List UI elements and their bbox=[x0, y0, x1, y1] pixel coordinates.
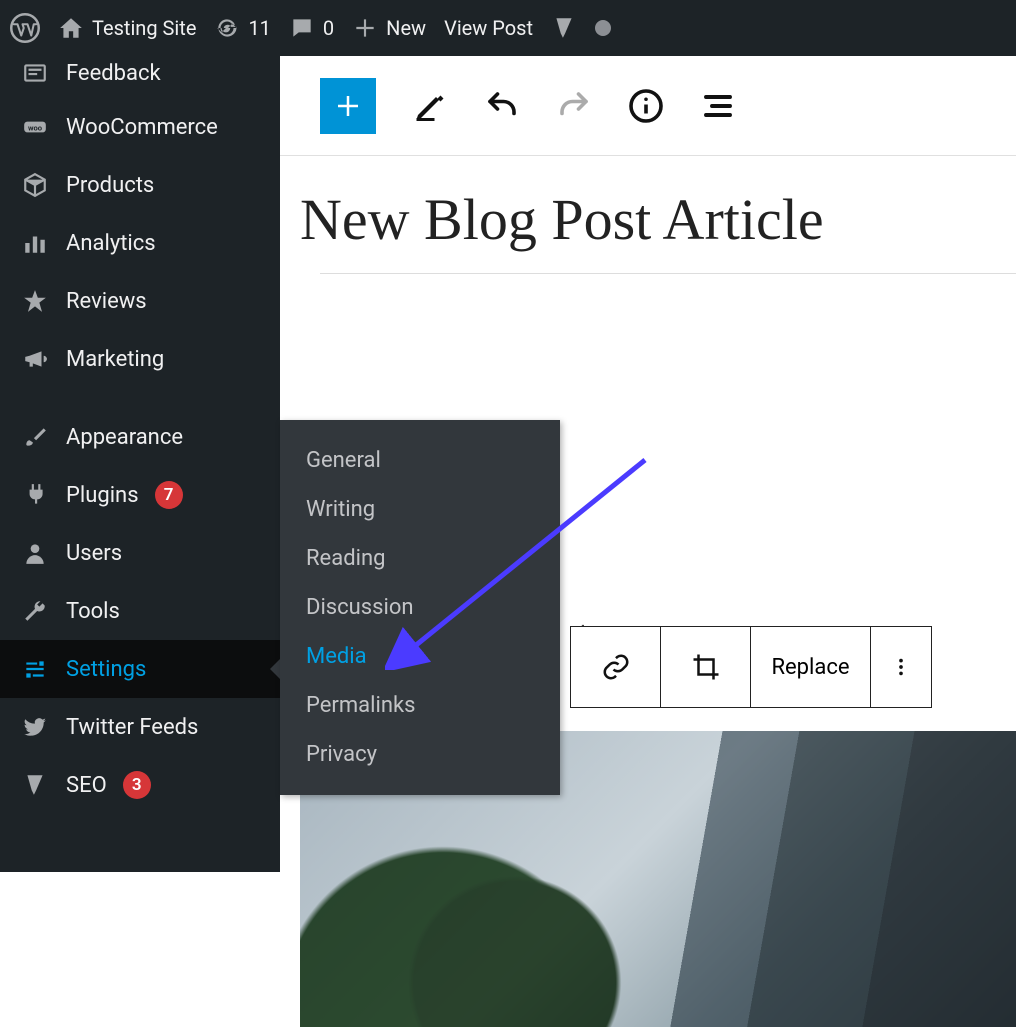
yoast-seo-icon bbox=[20, 770, 50, 800]
updates-indicator[interactable]: 11 bbox=[214, 15, 270, 41]
site-name-label: Testing Site bbox=[92, 16, 196, 40]
flyout-item-label: General bbox=[306, 448, 381, 473]
flyout-item-reading[interactable]: Reading bbox=[280, 534, 560, 583]
view-post-label: View Post bbox=[444, 16, 533, 40]
title-divider bbox=[320, 273, 1016, 274]
editor-toolbar bbox=[280, 56, 1016, 156]
comments-indicator[interactable]: 0 bbox=[289, 15, 334, 41]
more-options-button[interactable] bbox=[871, 627, 931, 707]
comments-count: 0 bbox=[323, 16, 334, 40]
new-content[interactable]: New bbox=[352, 15, 426, 41]
sliders-icon bbox=[20, 654, 50, 684]
flyout-item-discussion[interactable]: Discussion bbox=[280, 583, 560, 632]
admin-bar: Testing Site 11 0 New View Post bbox=[0, 0, 1016, 56]
products-icon bbox=[20, 170, 50, 200]
sidebar-item-label: Settings bbox=[66, 657, 146, 682]
flyout-item-label: Reading bbox=[306, 546, 385, 571]
sidebar-item-label: SEO bbox=[66, 773, 107, 798]
user-icon bbox=[20, 538, 50, 568]
sidebar-item-label: Appearance bbox=[66, 425, 183, 450]
settings-flyout: General Writing Reading Discussion Media… bbox=[280, 420, 560, 795]
link-button[interactable] bbox=[571, 627, 661, 707]
brush-icon bbox=[20, 422, 50, 452]
sidebar-item-marketing[interactable]: Marketing bbox=[0, 330, 280, 388]
sidebar-item-label: Users bbox=[66, 541, 122, 566]
flyout-item-general[interactable]: General bbox=[280, 436, 560, 485]
flyout-item-label: Media bbox=[306, 644, 367, 669]
sidebar-item-appearance[interactable]: Appearance bbox=[0, 408, 280, 466]
flyout-item-writing[interactable]: Writing bbox=[280, 485, 560, 534]
comment-icon bbox=[289, 15, 315, 41]
flyout-item-label: Discussion bbox=[306, 595, 414, 620]
new-label: New bbox=[386, 16, 426, 40]
feedback-icon bbox=[20, 58, 50, 88]
sidebar-item-label: Tools bbox=[66, 599, 120, 624]
plug-icon bbox=[20, 480, 50, 510]
replace-label: Replace bbox=[771, 655, 849, 680]
sidebar-item-label: Feedback bbox=[66, 61, 161, 86]
flyout-item-label: Privacy bbox=[306, 742, 377, 767]
analytics-icon bbox=[20, 228, 50, 258]
view-post-link[interactable]: View Post bbox=[444, 16, 533, 40]
post-title[interactable]: New Blog Post Article bbox=[300, 186, 1016, 253]
flyout-item-privacy[interactable]: Privacy bbox=[280, 730, 560, 779]
sidebar-item-label: WooCommerce bbox=[66, 115, 218, 140]
updates-count: 11 bbox=[248, 16, 270, 40]
flyout-item-media[interactable]: Media bbox=[280, 632, 560, 681]
sidebar-item-label: Products bbox=[66, 173, 154, 198]
sidebar-item-woocommerce[interactable]: woo WooCommerce bbox=[0, 98, 280, 156]
info-button[interactable] bbox=[628, 88, 664, 124]
redo-button[interactable] bbox=[556, 88, 592, 124]
sidebar-item-label: Marketing bbox=[66, 347, 164, 372]
twitter-icon bbox=[20, 712, 50, 742]
flyout-item-permalinks[interactable]: Permalinks bbox=[280, 681, 560, 730]
sidebar-item-label: Twitter Feeds bbox=[66, 715, 198, 740]
sidebar-item-seo[interactable]: SEO 3 bbox=[0, 756, 280, 814]
flyout-item-label: Writing bbox=[306, 497, 375, 522]
sidebar-item-reviews[interactable]: Reviews bbox=[0, 272, 280, 330]
wordpress-logo-icon[interactable] bbox=[10, 13, 40, 43]
admin-sidebar: Feedback woo WooCommerce Products Analyt… bbox=[0, 56, 280, 872]
flyout-item-label: Permalinks bbox=[306, 693, 415, 718]
seo-badge: 3 bbox=[123, 771, 151, 799]
sidebar-item-settings[interactable]: Settings bbox=[0, 640, 280, 698]
sidebar-item-twitter-feeds[interactable]: Twitter Feeds bbox=[0, 698, 280, 756]
sidebar-item-feedback[interactable]: Feedback bbox=[0, 56, 280, 98]
plus-icon bbox=[352, 15, 378, 41]
outline-button[interactable] bbox=[700, 88, 736, 124]
status-dot-icon bbox=[595, 20, 611, 36]
star-icon bbox=[20, 286, 50, 316]
replace-button[interactable]: Replace bbox=[751, 627, 871, 707]
sidebar-item-tools[interactable]: Tools bbox=[0, 582, 280, 640]
sidebar-item-label: Reviews bbox=[66, 289, 147, 314]
sidebar-item-analytics[interactable]: Analytics bbox=[0, 214, 280, 272]
plugins-badge: 7 bbox=[155, 481, 183, 509]
crop-button[interactable] bbox=[661, 627, 751, 707]
home-icon bbox=[58, 15, 84, 41]
wrench-icon bbox=[20, 596, 50, 626]
site-switcher[interactable]: Testing Site bbox=[58, 15, 196, 41]
sidebar-item-plugins[interactable]: Plugins 7 bbox=[0, 466, 280, 524]
sidebar-item-label: Analytics bbox=[66, 231, 156, 256]
sidebar-item-label: Plugins bbox=[66, 483, 139, 508]
refresh-icon bbox=[214, 15, 240, 41]
svg-text:woo: woo bbox=[28, 123, 43, 132]
megaphone-icon bbox=[20, 344, 50, 374]
sidebar-item-products[interactable]: Products bbox=[0, 156, 280, 214]
sidebar-item-users[interactable]: Users bbox=[0, 524, 280, 582]
image-block-toolbar: Replace bbox=[570, 626, 932, 708]
yoast-icon[interactable] bbox=[551, 15, 577, 41]
add-block-button[interactable] bbox=[320, 78, 376, 134]
edit-mode-button[interactable] bbox=[412, 88, 448, 124]
undo-button[interactable] bbox=[484, 88, 520, 124]
woocommerce-icon: woo bbox=[20, 112, 50, 142]
